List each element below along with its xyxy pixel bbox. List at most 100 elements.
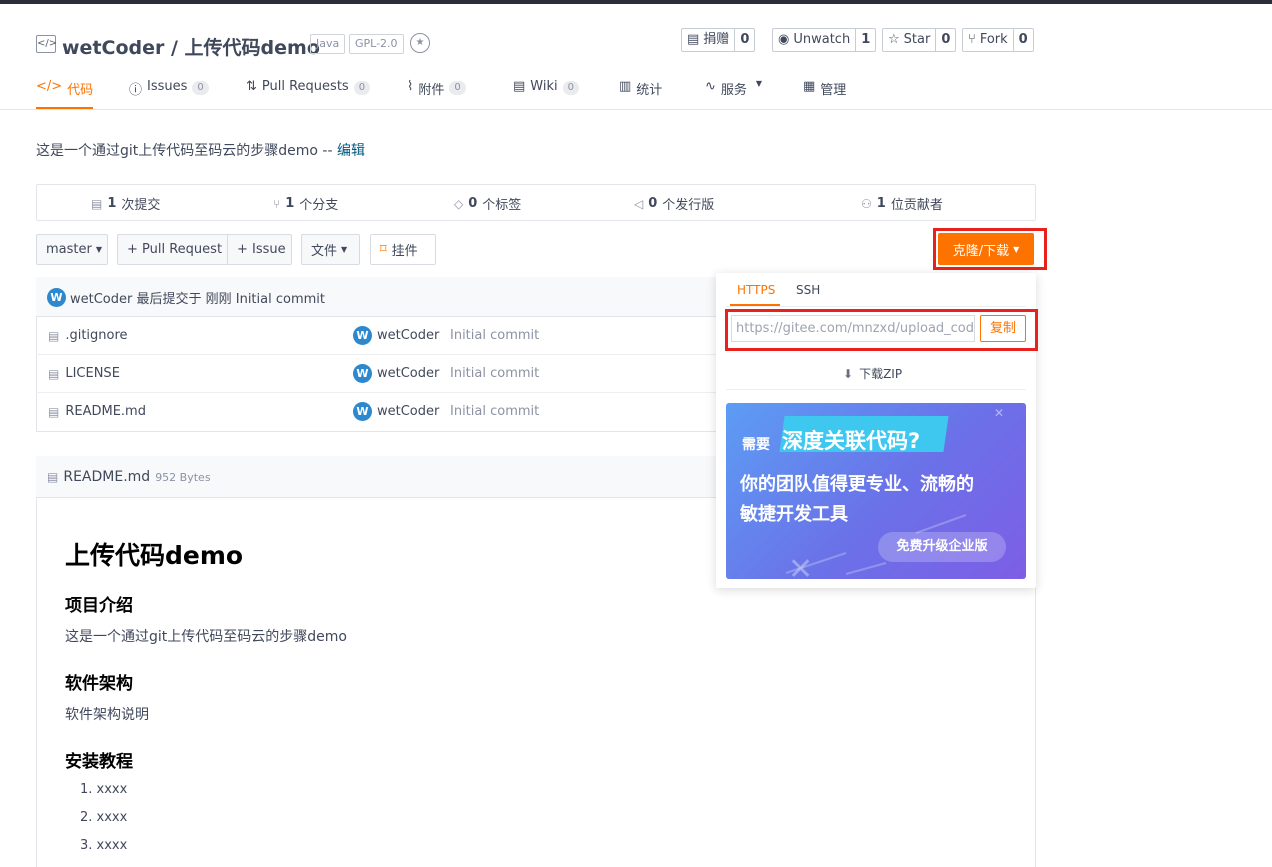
tags-stat[interactable]: ◇ 0 个标签 (454, 194, 521, 213)
top-bar (0, 0, 1272, 4)
upgrade-button[interactable]: 免费升级企业版 (878, 532, 1006, 562)
fork-icon: ⑂ (968, 32, 976, 47)
file-name[interactable]: README.md (65, 404, 146, 419)
tab-attachments[interactable]: ⌇ 附件 0 (407, 79, 466, 109)
tab-wiki[interactable]: ▤ Wiki 0 (513, 79, 579, 109)
branches-stat[interactable]: ⑂ 1 个分支 (273, 194, 338, 213)
medal-icon[interactable]: ★ (410, 33, 430, 53)
download-icon: ⬇ (843, 366, 854, 381)
svg-text:✕: ✕ (994, 406, 1004, 420)
list-item: 1. xxxx (80, 782, 128, 797)
download-zip-link[interactable]: ⬇ 下载ZIP (843, 365, 902, 382)
clone-url-input[interactable]: https://gitee.com/mnzxd/upload_code_ (731, 315, 975, 342)
divider (726, 306, 1026, 307)
avatar[interactable]: W (353, 402, 372, 421)
attachments-badge: 0 (449, 81, 466, 95)
tag-icon: ◇ (454, 196, 464, 211)
tab-manage[interactable]: ▦ 管理 (803, 79, 846, 109)
file-commit-message[interactable]: Initial commit (450, 366, 539, 381)
watch-count: 1 (861, 32, 871, 47)
latest-commit-row: W wetCoder 最后提交于 刚刚 Initial commit (36, 277, 736, 317)
nav-divider (0, 109, 1272, 110)
avatar[interactable]: W (353, 326, 372, 345)
readme-section-title: 安装教程 (65, 752, 133, 772)
svg-text:✕: ✕ (788, 552, 813, 579)
paperclip-icon: ⌇ (407, 79, 414, 94)
file-icon: ▤ (48, 328, 60, 343)
file-commit-message[interactable]: Initial commit (450, 404, 539, 419)
donate-button[interactable]: ▤ 捐赠 0 (681, 28, 756, 52)
divider (726, 389, 1026, 390)
star-button[interactable]: ☆ Star 0 (882, 28, 957, 52)
caret-down-icon: ▼ (95, 245, 102, 254)
star-count: 0 (941, 32, 951, 47)
pr-badge: 0 (353, 81, 371, 95)
file-name[interactable]: .gitignore (65, 328, 127, 343)
branch-icon: ⑂ (273, 196, 281, 211)
banner-line: 敏捷开发工具 (740, 504, 848, 525)
caret-down-icon: ▼ (341, 245, 348, 254)
tab-https[interactable]: HTTPS (737, 283, 775, 297)
issue-icon: ⓘ (129, 83, 143, 98)
tab-ssh[interactable]: SSH (796, 283, 820, 297)
stats-bar: ▤ 1 次提交 ⑂ 1 个分支 ◇ 0 个标签 ◁ 0 个发行版 ⚇ 1 位贡献者 (36, 184, 1036, 221)
new-pull-request-button[interactable]: + Pull Request (117, 234, 227, 265)
edit-description-link[interactable]: 编辑 (337, 143, 365, 159)
readme-header: ▤ README.md 952 Bytes (36, 456, 736, 498)
file-name[interactable]: LICENSE (65, 366, 120, 381)
avatar[interactable]: W (47, 288, 66, 307)
list-item: 3. xxxx (80, 838, 128, 853)
banner-line: 你的团队值得更专业、流畅的 (740, 474, 974, 495)
commit-icon: ▤ (91, 196, 103, 211)
readme-filename[interactable]: README.md (63, 469, 150, 485)
file-row[interactable]: ▤ .gitignore WwetCoder Initial commit (36, 317, 736, 355)
banner-prefix: 需要 (742, 437, 770, 453)
bar-chart-icon: ▥ (619, 79, 632, 94)
copy-button[interactable]: 复制 (980, 315, 1026, 342)
file-menu-button[interactable]: 文件 ▼ (301, 234, 360, 265)
branch-select[interactable]: master ▼ (36, 234, 108, 265)
issues-badge: 0 (192, 81, 209, 95)
file-author[interactable]: wetCoder (377, 404, 439, 419)
readme-paragraph: 这是一个通过git上传代码至码云的步骤demo (65, 629, 347, 645)
file-row[interactable]: ▤ LICENSE WwetCoder Initial commit (36, 355, 736, 393)
commits-stat[interactable]: ▤ 1 次提交 (91, 194, 160, 213)
caret-down-icon: ▼ (1013, 244, 1020, 254)
wiki-icon: ▤ (513, 79, 526, 94)
avatar[interactable]: W (353, 364, 372, 383)
new-issue-button[interactable]: + Issue (227, 234, 292, 265)
repo-title[interactable]: wetCoder / 上传代码demo (62, 33, 320, 60)
tab-services[interactable]: ∿ 服务 ▼ (705, 79, 762, 109)
file-icon: ▤ (47, 470, 59, 484)
list-item: 2. xxxx (80, 810, 128, 825)
tab-pull-requests[interactable]: ⇅ Pull Requests 0 (246, 79, 371, 109)
tab-issues[interactable]: ⓘ Issues 0 (129, 79, 209, 109)
repo-code-icon: </> (36, 35, 57, 53)
manage-icon: ▦ (803, 79, 816, 94)
releases-stat[interactable]: ◁ 0 个发行版 (634, 194, 714, 213)
file-commit-message[interactable]: Initial commit (450, 328, 539, 343)
readme-size: 952 Bytes (155, 471, 211, 484)
license-tag[interactable]: GPL-2.0 (349, 34, 404, 54)
file-author[interactable]: wetCoder (377, 366, 439, 381)
clone-download-button[interactable]: 克隆/下载 ▼ (938, 233, 1034, 265)
wiki-badge: 0 (562, 81, 579, 95)
unwatch-button[interactable]: ◉ Unwatch 1 (772, 28, 877, 52)
tab-stats[interactable]: ▥ 统计 (619, 79, 662, 109)
latest-commit-text[interactable]: wetCoder 最后提交于 刚刚 Initial commit (70, 288, 325, 307)
bookmark-icon: ⌑ (380, 242, 387, 257)
promo-banner[interactable]: ✕ ✕ 需要 深度关联代码? 你的团队值得更专业、流畅的 敏捷开发工具 免费升级… (726, 403, 1026, 579)
file-author[interactable]: wetCoder (377, 328, 439, 343)
banner-highlight: 深度关联代码? (782, 429, 921, 453)
widget-button[interactable]: ⌑ 挂件 (370, 234, 436, 265)
tab-code[interactable]: </> 代码 (36, 79, 94, 109)
readme-paragraph: 软件架构说明 (65, 707, 149, 723)
contributors-stat[interactable]: ⚇ 1 位贡献者 (861, 194, 943, 213)
fork-button[interactable]: ⑂ Fork 0 (962, 28, 1034, 52)
language-tag[interactable]: Java (310, 34, 346, 54)
file-row[interactable]: ▤ README.md WwetCoder Initial commit (36, 393, 736, 431)
readme-section-title: 项目介绍 (65, 596, 133, 616)
contributors-icon: ⚇ (861, 196, 872, 211)
code-icon: </> (36, 79, 63, 94)
star-icon: ☆ (888, 32, 900, 47)
